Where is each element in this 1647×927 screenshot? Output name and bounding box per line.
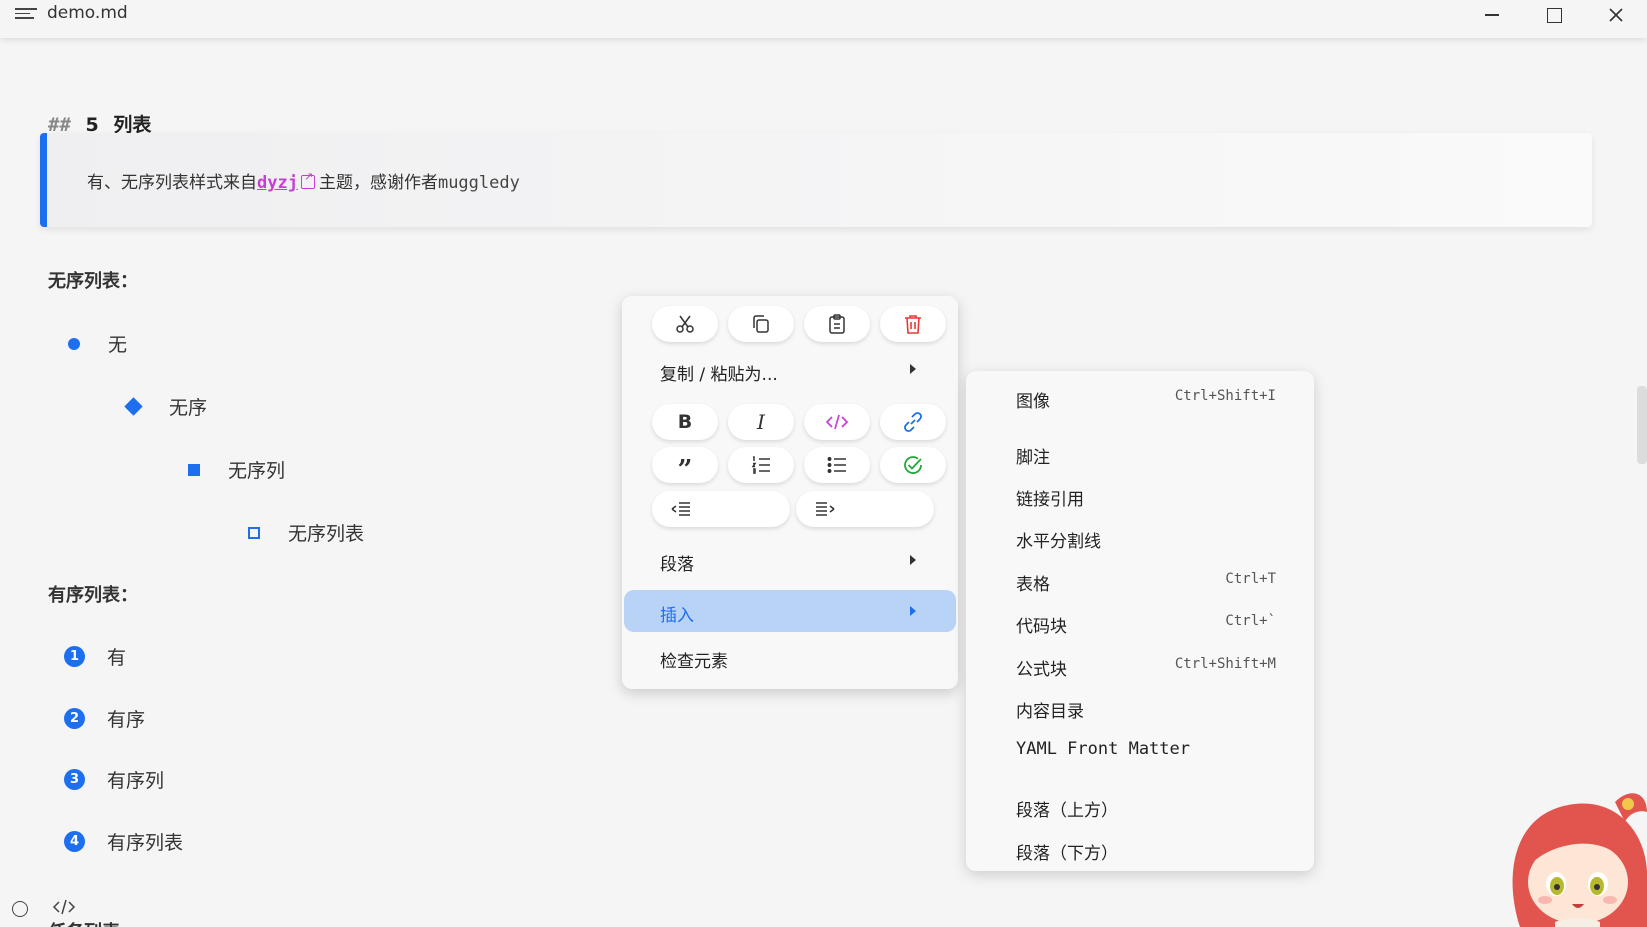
- clipboard-icon: [829, 314, 845, 334]
- ordered-list-item[interactable]: 1 有: [64, 643, 126, 670]
- shortcut-label: Ctrl+Shift+M: [1174, 656, 1276, 672]
- cut-button[interactable]: [652, 306, 718, 342]
- list-number-badge: 4: [64, 831, 85, 852]
- maximize-icon: [1546, 7, 1562, 23]
- minimize-icon: [1485, 14, 1499, 16]
- list-item-text: 有序列表: [107, 832, 184, 854]
- list-item-text: 有: [107, 647, 127, 669]
- insert-paragraph-below-item[interactable]: 段落（下方）: [1016, 839, 1118, 864]
- blockquote-text: 有、无序列表样式来自dyzj 主题，感谢作者muggledy: [87, 168, 520, 193]
- list-item-text: 有序: [107, 709, 146, 731]
- insert-table-item[interactable]: 表格: [1016, 570, 1050, 595]
- bullet-hollow-square-icon: [248, 526, 260, 539]
- insert-image-item[interactable]: 图像: [1016, 387, 1050, 412]
- unordered-list-icon: [827, 457, 846, 473]
- insert-yaml-front-matter-item[interactable]: YAML Front Matter: [1016, 739, 1190, 759]
- quote-middle: 主题，感谢作者: [318, 173, 438, 193]
- outdent-icon: [671, 502, 690, 516]
- shortcut-label: Ctrl+Shift+I: [1174, 388, 1276, 404]
- task-list-button[interactable]: [880, 447, 946, 483]
- quote-button[interactable]: ”: [652, 447, 718, 483]
- indent-button[interactable]: [796, 491, 934, 527]
- ordered-list-item[interactable]: 2 有序: [64, 705, 145, 732]
- italic-button[interactable]: I: [728, 404, 794, 440]
- quote-prefix: 有、无序列表样式来自: [87, 173, 257, 193]
- maximize-button[interactable]: [1524, 0, 1584, 30]
- paste-button[interactable]: [804, 306, 870, 342]
- outline-circle-icon[interactable]: [12, 901, 28, 917]
- copy-paste-as-item[interactable]: 复制 / 粘贴为...: [660, 360, 778, 385]
- insert-math-block-item[interactable]: 公式块: [1016, 655, 1067, 680]
- paragraph-item[interactable]: 段落: [660, 550, 694, 575]
- insert-horizontal-rule-item[interactable]: 水平分割线: [1016, 527, 1101, 552]
- bold-button[interactable]: B: [652, 404, 718, 440]
- submenu-arrow-icon: [910, 364, 916, 374]
- indent-icon: [816, 502, 835, 516]
- list-number-badge: 2: [64, 708, 85, 729]
- insert-paragraph-above-item[interactable]: 段落（上方）: [1016, 796, 1118, 821]
- insert-link-reference-item[interactable]: 链接引用: [1016, 485, 1084, 510]
- scissors-icon: [676, 315, 694, 333]
- mascot-character-image: [1500, 782, 1647, 927]
- list-item[interactable]: 无序: [124, 393, 208, 420]
- source-code-icon: [52, 899, 76, 915]
- unordered-list-label: 无序列表：: [48, 271, 138, 292]
- hamburger-menu-icon[interactable]: [15, 5, 37, 25]
- list-item-text: 无序列表: [288, 523, 365, 545]
- bullet-square-icon: [188, 463, 200, 476]
- source-code-button[interactable]: [52, 897, 76, 921]
- unordered-list-button[interactable]: [804, 447, 870, 483]
- minimize-button[interactable]: [1462, 0, 1522, 30]
- link-button[interactable]: [880, 404, 946, 440]
- list-item[interactable]: 无序列: [188, 456, 285, 483]
- italic-icon: I: [757, 410, 765, 434]
- window-title: demo.md: [47, 3, 128, 23]
- submenu-arrow-icon: [910, 606, 916, 616]
- close-button[interactable]: [1586, 0, 1646, 30]
- insert-footnote-item[interactable]: 脚注: [1016, 443, 1050, 468]
- inline-code-button[interactable]: [804, 404, 870, 440]
- close-icon: [1609, 8, 1623, 22]
- list-number-badge: 3: [64, 769, 85, 790]
- insert-item[interactable]: 插入: [660, 601, 694, 626]
- ordered-list-icon: [751, 456, 770, 474]
- bold-icon: B: [677, 411, 693, 433]
- trash-icon: [905, 315, 921, 334]
- title-bar: demo.md: [0, 0, 1647, 38]
- list-item-text: 无序列: [228, 460, 286, 482]
- copy-button[interactable]: [728, 306, 794, 342]
- list-number-badge: 1: [64, 646, 85, 667]
- ordered-list-button[interactable]: [728, 447, 794, 483]
- ordered-list-label: 有序列表：: [48, 585, 138, 606]
- insert-toc-item[interactable]: 内容目录: [1016, 697, 1084, 722]
- code-icon: [825, 414, 849, 430]
- vertical-scrollbar[interactable]: [1637, 386, 1647, 464]
- list-item[interactable]: 无序列表: [248, 519, 364, 546]
- outdent-button[interactable]: [652, 491, 790, 527]
- quote-icon: ”: [677, 455, 693, 485]
- context-menu: 复制 / 粘贴为... B I ” 段落 插入 检查元素: [622, 296, 958, 689]
- external-link-icon: [300, 170, 315, 189]
- list-item-text: 有序列: [107, 770, 165, 792]
- ordered-list-item[interactable]: 4 有序列表: [64, 828, 183, 855]
- list-item[interactable]: 无: [68, 330, 127, 357]
- shortcut-label: Ctrl+`: [1225, 613, 1276, 629]
- bullet-diamond-icon: [124, 397, 143, 416]
- quote-author: muggledy: [437, 173, 520, 193]
- ordered-list-item[interactable]: 3 有序列: [64, 766, 164, 793]
- bullet-disc-icon: [68, 337, 80, 350]
- check-circle-icon: [904, 456, 922, 474]
- submenu-arrow-icon: [910, 555, 916, 565]
- insert-code-block-item[interactable]: 代码块: [1016, 612, 1067, 637]
- list-item-text: 无序: [169, 397, 208, 419]
- copy-icon: [753, 315, 769, 333]
- dyzj-link[interactable]: dyzj: [257, 173, 298, 193]
- shortcut-label: Ctrl+T: [1225, 571, 1276, 587]
- list-item-text: 无: [108, 334, 128, 356]
- blockquote[interactable]: 有、无序列表样式来自dyzj 主题，感谢作者muggledy: [40, 133, 1592, 227]
- link-icon: [904, 412, 922, 432]
- delete-button[interactable]: [880, 306, 946, 342]
- inspect-element-item[interactable]: 检查元素: [660, 647, 728, 672]
- insert-submenu: 图像 Ctrl+Shift+I 脚注 链接引用 水平分割线 表格 Ctrl+T …: [966, 371, 1314, 871]
